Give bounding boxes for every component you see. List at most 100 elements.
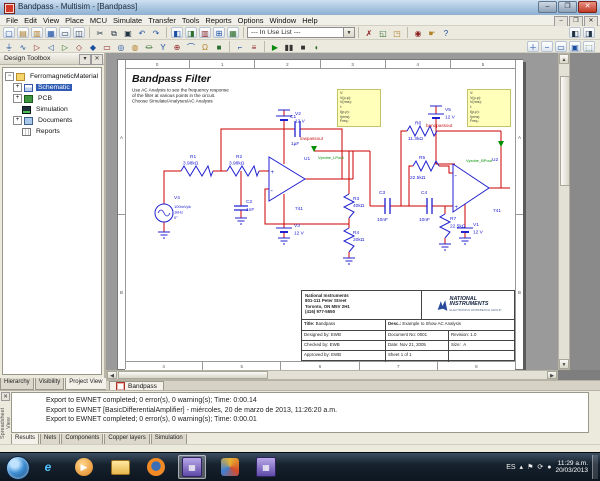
language-indicator[interactable]: ES [506, 464, 515, 471]
menu-file[interactable]: File [3, 16, 21, 25]
ttl-component-icon[interactable]: ◇ [73, 41, 85, 52]
panel-close-button[interactable]: ✕ [91, 54, 103, 65]
pane-right-icon[interactable]: ◨ [583, 27, 595, 38]
expand-icon[interactable]: + [13, 94, 22, 103]
menu-tools[interactable]: Tools [179, 16, 203, 25]
menu-simulate[interactable]: Simulate [110, 16, 145, 25]
zoom-fit-icon[interactable]: ▣ [569, 41, 581, 52]
taskbar-ni-app-button[interactable] [216, 455, 244, 479]
misc-component-icon[interactable]: Y [157, 41, 169, 52]
in-use-list-combo[interactable]: --- In Use List --- ▼ [247, 27, 355, 38]
cmos-component-icon[interactable]: ◆ [87, 41, 99, 52]
scroll-left-icon[interactable]: ◀ [107, 371, 117, 379]
spreadsheet-view-icon[interactable]: ◨ [185, 27, 197, 38]
source-component-icon[interactable]: ⏚ [3, 41, 15, 52]
database-icon[interactable]: ▥ [199, 27, 211, 38]
taskbar-media-player-button[interactable]: ▶ [70, 455, 98, 479]
start-button[interactable] [6, 456, 30, 480]
taskbar-ie-button[interactable]: e [34, 455, 62, 479]
menu-place[interactable]: Place [62, 16, 87, 25]
sync-icon[interactable]: ⟳ [537, 463, 543, 471]
sim-switch-icon[interactable]: ◐ [311, 41, 323, 52]
menu-view[interactable]: View [40, 16, 62, 25]
component-symbols[interactable] [155, 106, 489, 264]
indicator-component-icon[interactable]: ◍ [129, 41, 141, 52]
combo-dropdown-icon[interactable]: ▼ [343, 28, 354, 37]
tab-visibility[interactable]: Visibility [35, 378, 65, 390]
power-component-icon[interactable]: ⏛ [143, 41, 155, 52]
tray-expand-icon[interactable]: ▴ [520, 463, 524, 471]
vertical-scroll-thumb[interactable] [560, 76, 570, 186]
vertical-scrollbar[interactable]: ▲ ▼ [558, 53, 570, 370]
redo-icon[interactable]: ↷ [150, 27, 162, 38]
tree-item-simulation[interactable]: Simulation [3, 104, 101, 115]
menu-reports[interactable]: Reports [202, 16, 234, 25]
tab-hierarchy[interactable]: Hierarchy [0, 378, 34, 390]
electromech-icon[interactable]: Ω [199, 41, 211, 52]
hand-icon[interactable]: ☛ [426, 27, 438, 38]
cut-icon[interactable]: ✂ [94, 27, 106, 38]
transistor-component-icon[interactable]: ◁ [45, 41, 57, 52]
menu-help[interactable]: Help [299, 16, 320, 25]
zoom-area-icon[interactable]: ▭ [555, 41, 567, 52]
menu-edit[interactable]: Edit [21, 16, 40, 25]
tree-item-root[interactable]: − FerromagneticMaterial [3, 71, 101, 82]
taskbar-multisim-button-active[interactable]: ▦ [178, 455, 206, 479]
new-icon[interactable]: ▢ [3, 27, 15, 38]
minimize-button[interactable]: – [538, 1, 557, 13]
scroll-right-icon[interactable]: ▶ [547, 371, 557, 379]
scroll-up-icon[interactable]: ▲ [559, 54, 569, 64]
rf-component-icon[interactable]: ⌒ [185, 41, 197, 52]
horizontal-scroll-thumb[interactable] [118, 371, 268, 379]
save-icon[interactable]: ▦ [45, 27, 57, 38]
close-button[interactable]: ✕ [578, 1, 597, 13]
basic-component-icon[interactable]: ∿ [17, 41, 29, 52]
menu-transfer[interactable]: Transfer [145, 16, 179, 25]
taskbar-clock[interactable]: 11:29 a.m. 20/03/2013 [555, 460, 588, 475]
ni-component-icon[interactable]: ■ [213, 41, 225, 52]
schematic-canvas[interactable]: 0 1 2 3 4 5 4 5 6 7 8 A B A B [106, 53, 558, 370]
undo-icon[interactable]: ↶ [136, 27, 148, 38]
diode-component-icon[interactable]: ▷ [31, 41, 43, 52]
pane-left-icon[interactable]: ◧ [569, 27, 581, 38]
probe-readout-box-lowpass[interactable]: V:V(p-p): V(rms):I: I(p-p):I(rms): Freq.… [337, 89, 381, 127]
help-icon[interactable]: ? [440, 27, 452, 38]
open-sample-icon[interactable]: ▥ [31, 27, 43, 38]
fullscreen-icon[interactable]: ⬚ [583, 41, 595, 52]
panel-pin-button[interactable]: ▾ [79, 54, 91, 65]
copy-icon[interactable]: ⧉ [108, 27, 120, 38]
zoom-in-icon[interactable]: ＋ [527, 41, 539, 52]
erc-icon[interactable]: ✗ [363, 27, 375, 38]
horizontal-scrollbar[interactable]: ◀ ▶ [106, 370, 558, 380]
advanced-peripherals-icon[interactable]: ⊕ [171, 41, 183, 52]
probe-flag-bandpass[interactable] [498, 141, 504, 147]
run-simulation-icon[interactable]: ▶ [269, 41, 281, 52]
grapher-icon[interactable]: ▦ [227, 27, 239, 38]
mixed-component-icon[interactable]: ◎ [115, 41, 127, 52]
tree-item-pcb[interactable]: + PCB [3, 93, 101, 104]
action-center-flag-icon[interactable]: ⚑ [527, 463, 533, 471]
print-preview-icon[interactable]: ◫ [73, 27, 85, 38]
transfer-icon[interactable]: ◳ [391, 27, 403, 38]
probe-readout-box-bandpass[interactable]: V:V(p-p): V(rms):I: I(p-p):I(rms): Freq.… [467, 89, 511, 127]
expand-icon[interactable]: + [13, 116, 22, 125]
tree-item-schematic[interactable]: + Schematic [3, 82, 101, 93]
menu-mcu[interactable]: MCU [87, 16, 110, 25]
scroll-down-icon[interactable]: ▼ [559, 359, 569, 369]
design-toolbox-icon[interactable]: ◧ [171, 27, 183, 38]
alert-icon[interactable]: ● [547, 464, 551, 471]
net-label-bandpassout[interactable]: bandpassout [426, 123, 453, 128]
tab-project-view[interactable]: Project View [65, 378, 106, 390]
find-icon[interactable]: ◉ [412, 27, 424, 38]
schematic-sheet[interactable]: 0 1 2 3 4 5 4 5 6 7 8 A B A B [117, 59, 523, 370]
stop-simulation-icon[interactable]: ■ [297, 41, 309, 52]
pause-simulation-icon[interactable]: ▮▮ [283, 41, 295, 52]
collapse-icon[interactable]: − [5, 72, 14, 81]
wire-tool-icon[interactable]: ⌐ [234, 41, 246, 52]
capture-icon[interactable]: ◱ [377, 27, 389, 38]
component-wizard-icon[interactable]: ⊞ [213, 27, 225, 38]
taskbar-firefox-button[interactable] [142, 455, 170, 479]
expand-icon[interactable]: + [13, 83, 22, 92]
tree-item-reports[interactable]: Reports [3, 126, 101, 137]
misc-digital-icon[interactable]: ▭ [101, 41, 113, 52]
